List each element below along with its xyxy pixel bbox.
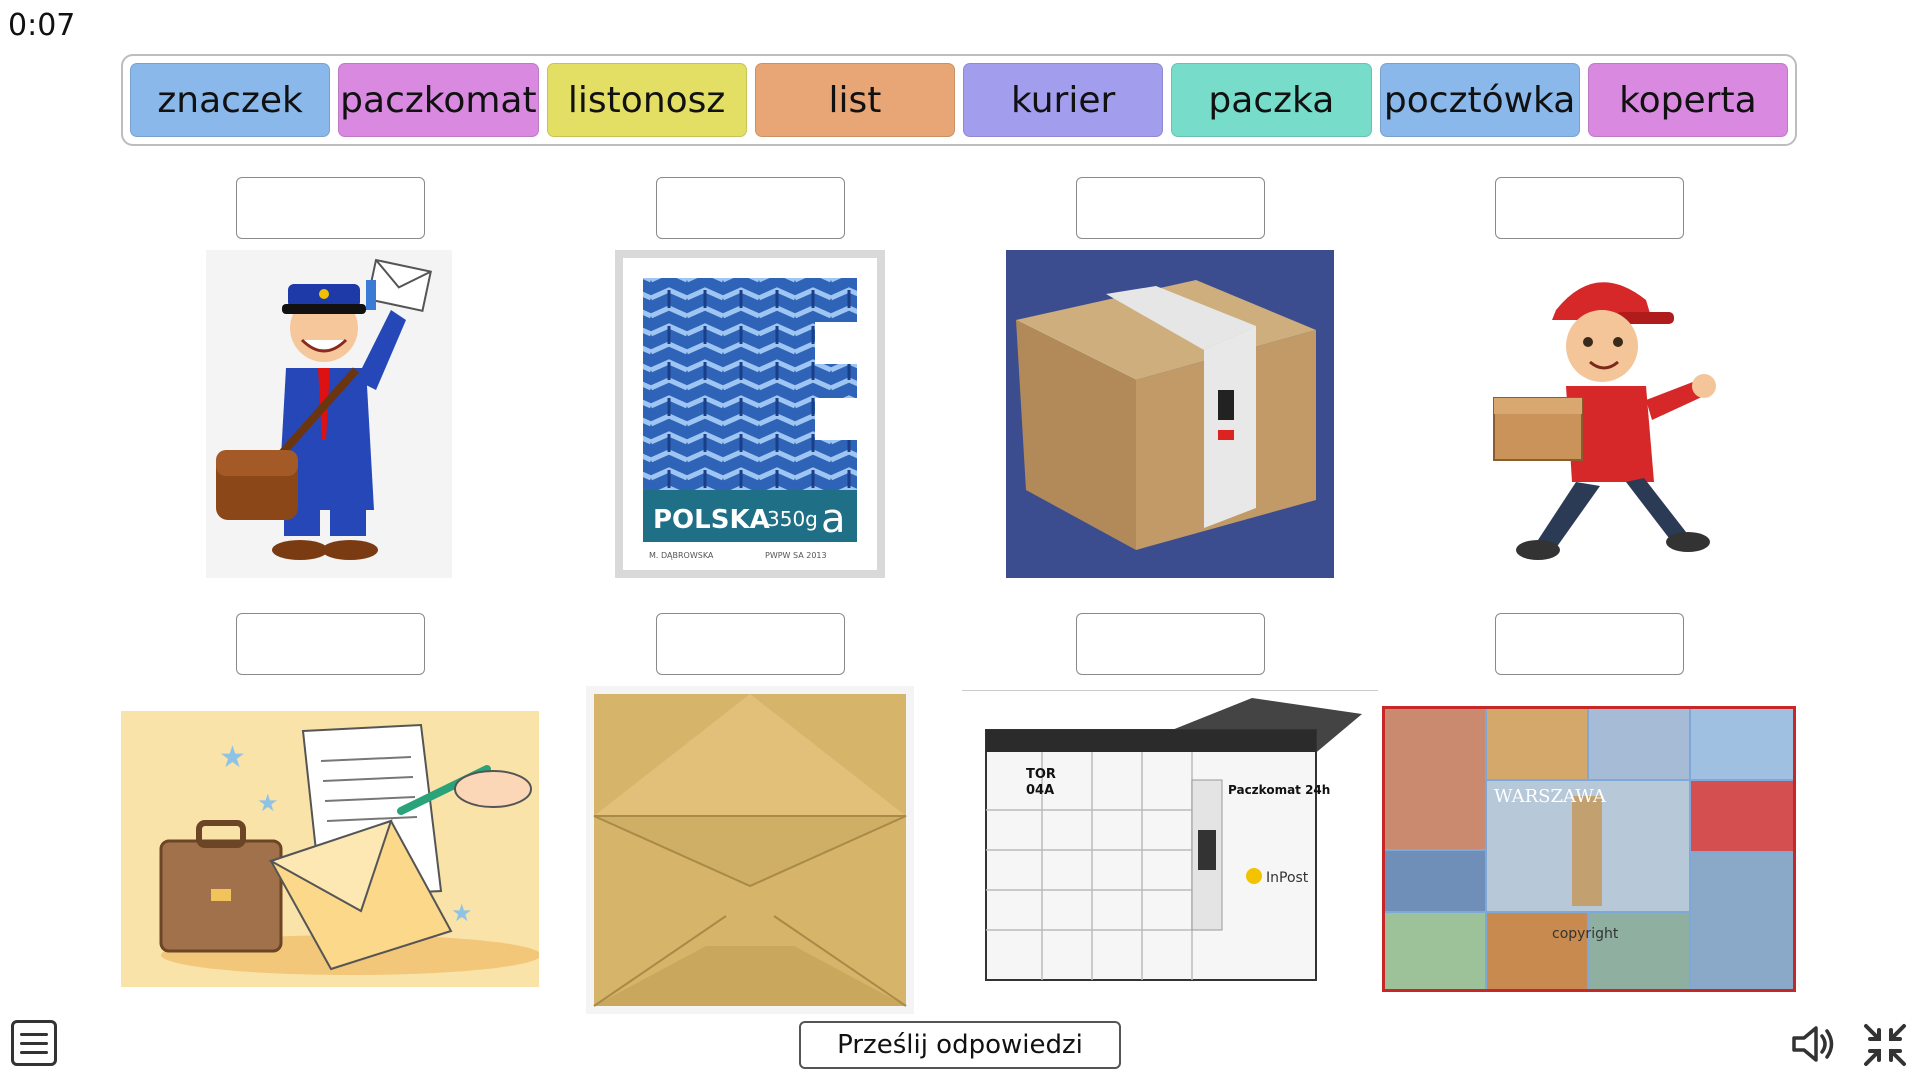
menu-icon[interactable] [11, 1020, 57, 1066]
locker-code-line1: TOR [1026, 767, 1056, 782]
word-chip-koperta[interactable]: koperta [1587, 63, 1788, 137]
drop-zone-1[interactable] [236, 177, 425, 239]
svg-text:★: ★ [219, 740, 246, 775]
drop-zone-5[interactable] [236, 613, 425, 675]
svg-text:★: ★ [451, 899, 473, 927]
word-chip-listonosz[interactable]: listonosz [546, 63, 747, 137]
image-courier [1476, 250, 1726, 578]
drop-zone-6[interactable] [656, 613, 845, 675]
postcard-city: WARSZAWA [1494, 786, 1607, 807]
drop-zone-3[interactable] [1076, 177, 1265, 239]
image-parcel-locker: TOR 04A Paczkomat 24h InPost [962, 690, 1378, 1002]
image-parcel [1006, 250, 1334, 578]
image-postcard: WARSZAWA copyright [1382, 706, 1796, 992]
drop-zone-4[interactable] [1495, 177, 1684, 239]
word-chip-paczka[interactable]: paczka [1171, 63, 1372, 137]
stamp-value: 350g [767, 507, 818, 531]
locker-code-line2: 04A [1026, 783, 1054, 798]
stamp-author: M. DĄBROWSKA [649, 551, 714, 560]
image-letter: ★ ★ ★ [121, 711, 539, 987]
postcard-watermark: copyright [1552, 926, 1619, 942]
drop-zone-2[interactable] [656, 177, 845, 239]
word-chip-znaczek[interactable]: znaczek [130, 63, 331, 137]
locker-logo: InPost [1266, 870, 1309, 886]
stamp-letter: a [821, 496, 846, 542]
word-chip-kurier[interactable]: kurier [963, 63, 1164, 137]
speaker-icon[interactable] [1790, 1022, 1838, 1066]
drop-zone-7[interactable] [1076, 613, 1265, 675]
word-chip-paczkomat[interactable]: paczkomat [338, 63, 539, 137]
word-chip-list[interactable]: list [754, 63, 955, 137]
word-bank: znaczek paczkomat listonosz list kurier … [121, 54, 1797, 146]
stamp-country: POLSKA [653, 505, 770, 535]
svg-text:★: ★ [257, 789, 279, 817]
image-envelope [586, 686, 914, 1014]
exit-fullscreen-icon[interactable] [1862, 1022, 1908, 1068]
word-chip-pocztowka[interactable]: pocztówka [1379, 63, 1580, 137]
stamp-printer: PWPW SA 2013 [765, 551, 827, 560]
submit-answers-button[interactable]: Prześlij odpowiedzi [799, 1021, 1121, 1069]
timer: 0:07 [8, 8, 76, 43]
image-stamp: POLSKA 350g a M. DĄBROWSKA PWPW SA 2013 [615, 250, 885, 578]
locker-brand: Paczkomat 24h [1228, 783, 1330, 797]
image-postman [206, 250, 452, 578]
drop-zone-8[interactable] [1495, 613, 1684, 675]
